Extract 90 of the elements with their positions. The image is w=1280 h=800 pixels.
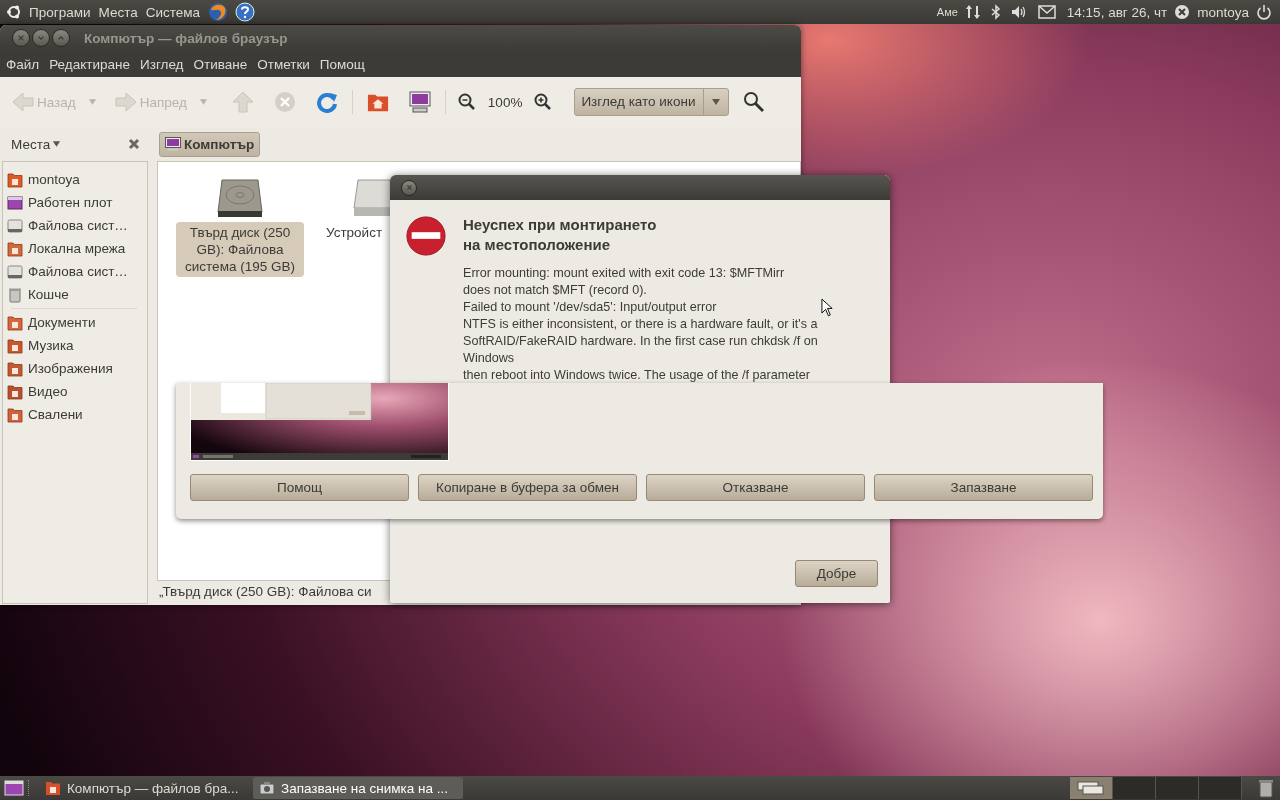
sidebar-item[interactable]: Видео <box>3 380 147 403</box>
trash-icon[interactable] <box>1256 778 1276 798</box>
menu-item[interactable]: Отиване <box>193 56 248 72</box>
back-arrow-icon <box>12 92 34 112</box>
view-dropdown[interactable]: Изглед като икони <box>574 88 730 116</box>
envelope-icon[interactable] <box>1037 5 1056 19</box>
clock[interactable]: 14:15, авг 26, чт <box>1066 4 1168 20</box>
workspace-switcher[interactable] <box>1070 777 1113 799</box>
folder-icon <box>7 314 23 331</box>
volume-icon[interactable] <box>1010 4 1027 20</box>
folder-icon <box>45 780 61 796</box>
taskbar-button[interactable]: Компютър — файлов бра... <box>39 777 249 799</box>
error-icon <box>405 215 447 257</box>
zoom-level: 100% <box>487 94 523 110</box>
file-label[interactable]: Твърд диск (250 GB): Файлова система (195 GB) <box>176 222 304 277</box>
forward-arrow-icon <box>114 92 137 112</box>
keyboard-layout[interactable]: Аме <box>936 6 958 18</box>
folder-icon <box>7 240 23 257</box>
menu-item[interactable]: Редактиране <box>49 56 130 72</box>
power-icon[interactable] <box>1256 4 1272 20</box>
status-text: „Твърд диск (250 GB): Файлова си <box>158 583 373 601</box>
close-icon[interactable] <box>128 138 140 150</box>
sidebar-item[interactable]: montoya <box>3 168 147 191</box>
close-icon <box>17 34 25 42</box>
error-message: Error mounting: mount exited with exit code 13: $MFTMirr does not match $MFT (record 0). Failed to mount '/dev/sda5': Input/output error NTFS is either inconsistent, or there is a hardware fault, or it's a SoftRAID/FakeRAID hardware. In the first case run chkdsk /f on Windows then reboot into Windows twice. The usage of the /f parameter <box>463 265 818 384</box>
panel-menu[interactable]: Програми <box>29 4 91 20</box>
location-button[interactable]: Компютър <box>159 131 261 157</box>
search-icon[interactable] <box>743 91 766 113</box>
taskbar-button[interactable]: Запазване на снимка на ... <box>253 777 463 799</box>
sidebar-item[interactable]: Локална мрежа <box>3 237 147 260</box>
workspace-switcher[interactable] <box>1156 777 1199 799</box>
zoom-out-icon[interactable] <box>457 93 476 111</box>
sidebar-item[interactable]: Файлова сист… <box>3 214 147 237</box>
reload-icon[interactable] <box>315 91 338 113</box>
dialog-button[interactable]: Помощ <box>190 474 409 501</box>
dialog-button[interactable]: Копиране в буфера за обмен <box>418 474 637 501</box>
window-title: Компютър — файлов браузър <box>84 30 288 46</box>
chevron-down-icon <box>37 34 45 42</box>
close-button[interactable] <box>401 179 417 196</box>
menu-item[interactable]: Изглед <box>140 56 184 72</box>
folder-icon <box>7 406 23 423</box>
network-icon[interactable] <box>964 4 981 20</box>
folder-icon <box>7 360 23 377</box>
workspace-switcher[interactable] <box>1113 777 1156 799</box>
windows-icon <box>1076 780 1106 796</box>
sidebar-item[interactable]: Изображения <box>3 357 147 380</box>
ok-button[interactable]: Добре <box>795 560 878 587</box>
dialog-button[interactable]: Запазване <box>874 474 1093 501</box>
workspace-switcher[interactable] <box>1199 777 1242 799</box>
dialog-heading: Неуспех при монтирането на местоположение <box>463 215 658 255</box>
places-dropdown[interactable]: Места <box>11 136 62 152</box>
dialog-button[interactable]: Отказване <box>646 474 865 501</box>
desktop-icon <box>7 194 23 211</box>
minimize-button[interactable] <box>32 29 50 47</box>
file-label[interactable]: Устройст <box>310 222 387 243</box>
show-desktop-icon[interactable] <box>4 778 24 798</box>
folder-icon <box>7 383 23 400</box>
sidebar-item[interactable]: Музика <box>3 334 147 357</box>
folder-icon <box>7 171 23 188</box>
globe-icon[interactable] <box>208 2 229 22</box>
menu-item[interactable]: Файл <box>6 56 40 72</box>
drive-icon <box>7 217 23 234</box>
menu-item[interactable]: Отметки <box>257 56 310 72</box>
menu-item[interactable]: Помощ <box>319 56 365 72</box>
computer-icon <box>165 137 181 151</box>
panel-menu[interactable]: Система <box>145 4 201 20</box>
chevron-up-icon <box>57 34 65 42</box>
folder-icon <box>7 337 23 354</box>
camera-icon <box>259 780 275 796</box>
sidebar-item[interactable]: Свалени <box>3 403 147 426</box>
sidebar-item[interactable]: Работен плот <box>3 191 147 214</box>
sidebar-item[interactable]: Документи <box>3 311 147 334</box>
computer-icon[interactable] <box>408 91 431 113</box>
panel-menu[interactable]: Места <box>98 4 138 20</box>
sidebar-item[interactable]: Кошче <box>3 283 147 306</box>
cursor-icon <box>821 298 834 317</box>
hard-drive-icon[interactable] <box>216 178 264 218</box>
caret-icon <box>52 140 62 148</box>
caret-icon <box>711 98 722 106</box>
trash-icon <box>7 286 23 303</box>
drive-icon <box>7 263 23 280</box>
close-icon <box>405 184 413 191</box>
zoom-in-icon[interactable] <box>534 93 553 111</box>
help-icon[interactable] <box>235 2 256 22</box>
logo-icon[interactable] <box>6 4 22 20</box>
maximize-button[interactable] <box>52 29 70 47</box>
user-name[interactable]: montoya <box>1197 4 1249 20</box>
sidebar-item[interactable]: Файлова сист… <box>3 260 147 283</box>
user-status-icon[interactable] <box>1174 4 1191 20</box>
close-button[interactable] <box>12 29 30 47</box>
